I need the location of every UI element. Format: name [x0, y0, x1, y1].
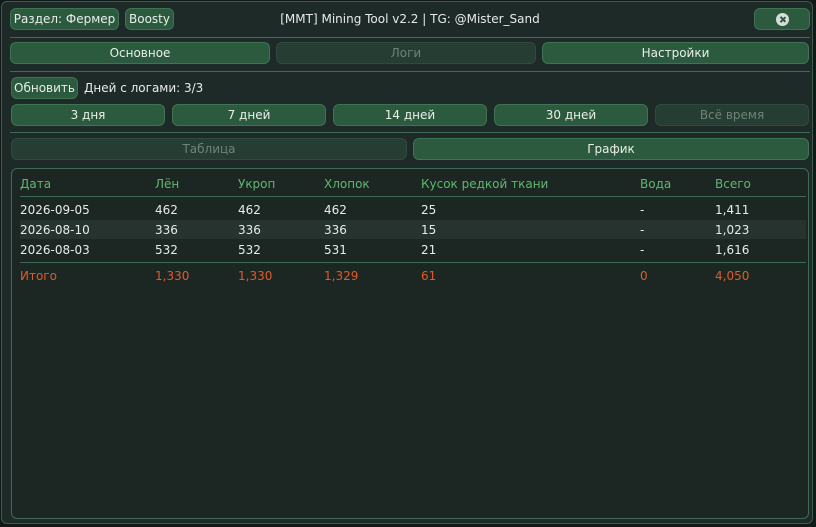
col-header-rare-fabric: Кусок редкой ткани: [421, 177, 549, 191]
cell-date: 2026-08-03: [20, 243, 90, 257]
tab-main[interactable]: Основное: [10, 42, 270, 64]
logs-table-panel: Дата Лён Укроп Хлопок Кусок редкой ткани…: [11, 168, 809, 519]
cell-dill: 532: [238, 243, 261, 257]
close-button[interactable]: [754, 8, 810, 30]
cell-total: 1,616: [715, 243, 750, 257]
total-label: Итого: [20, 269, 57, 283]
cell-water: -: [640, 243, 645, 257]
tab-settings[interactable]: Настройки: [542, 42, 809, 64]
period-all-time-button[interactable]: Всё время: [655, 104, 809, 126]
days-with-logs-label: Дней с логами: 3/3: [84, 81, 204, 95]
cell-flax: 336: [155, 223, 178, 237]
cell-cotton: 336: [324, 223, 347, 237]
tabs-divider: [10, 71, 810, 72]
boosty-button[interactable]: Boosty: [125, 8, 174, 30]
periods-divider: [10, 132, 810, 133]
header-divider: [10, 37, 810, 38]
cell-dill: 336: [238, 223, 261, 237]
period-7-days-button[interactable]: 7 дней: [172, 104, 326, 126]
total-dill: 1,330: [238, 269, 273, 283]
period-14-days-button[interactable]: 14 дней: [333, 104, 487, 126]
cell-date: 2026-09-05: [20, 203, 90, 217]
section-button[interactable]: Раздел: Фермер: [10, 8, 119, 30]
cell-water: -: [640, 203, 645, 217]
window-title: [MMT] Mining Tool v2.2 | TG: @Mister_San…: [280, 12, 540, 26]
table-row-highlight: [20, 220, 806, 239]
close-icon: [775, 12, 789, 26]
col-header-flax: Лён: [155, 177, 180, 191]
period-30-days-button[interactable]: 30 дней: [494, 104, 648, 126]
cell-water: -: [640, 223, 645, 237]
total-rare-fabric: 61: [421, 269, 437, 283]
cell-flax: 532: [155, 243, 178, 257]
cell-total: 1,411: [715, 203, 750, 217]
app-window: Раздел: Фермер Boosty [MMT] Mining Tool …: [1, 1, 813, 524]
total-water: 0: [640, 269, 648, 283]
view-table-button[interactable]: Таблица: [11, 138, 407, 160]
refresh-button[interactable]: Обновить: [11, 77, 78, 99]
total-sum: 4,050: [715, 269, 750, 283]
cell-flax: 462: [155, 203, 178, 217]
col-header-cotton: Хлопок: [324, 177, 370, 191]
cell-total: 1,023: [715, 223, 750, 237]
col-header-total: Всего: [715, 177, 751, 191]
cell-dill: 462: [238, 203, 261, 217]
total-flax: 1,330: [155, 269, 190, 283]
cell-date: 2026-08-10: [20, 223, 90, 237]
cell-cotton: 462: [324, 203, 347, 217]
totals-divider-line: [20, 262, 806, 263]
col-header-water: Вода: [640, 177, 672, 191]
cell-rare-fabric: 15: [421, 223, 437, 237]
cell-rare-fabric: 21: [421, 243, 437, 257]
period-3-days-button[interactable]: 3 дня: [11, 104, 165, 126]
total-cotton: 1,329: [324, 269, 359, 283]
header-divider-line: [20, 196, 806, 197]
view-chart-button[interactable]: График: [413, 138, 809, 160]
col-header-dill: Укроп: [238, 177, 276, 191]
cell-rare-fabric: 25: [421, 203, 437, 217]
tab-logs[interactable]: Логи: [276, 42, 536, 64]
col-header-date: Дата: [20, 177, 52, 191]
cell-cotton: 531: [324, 243, 347, 257]
